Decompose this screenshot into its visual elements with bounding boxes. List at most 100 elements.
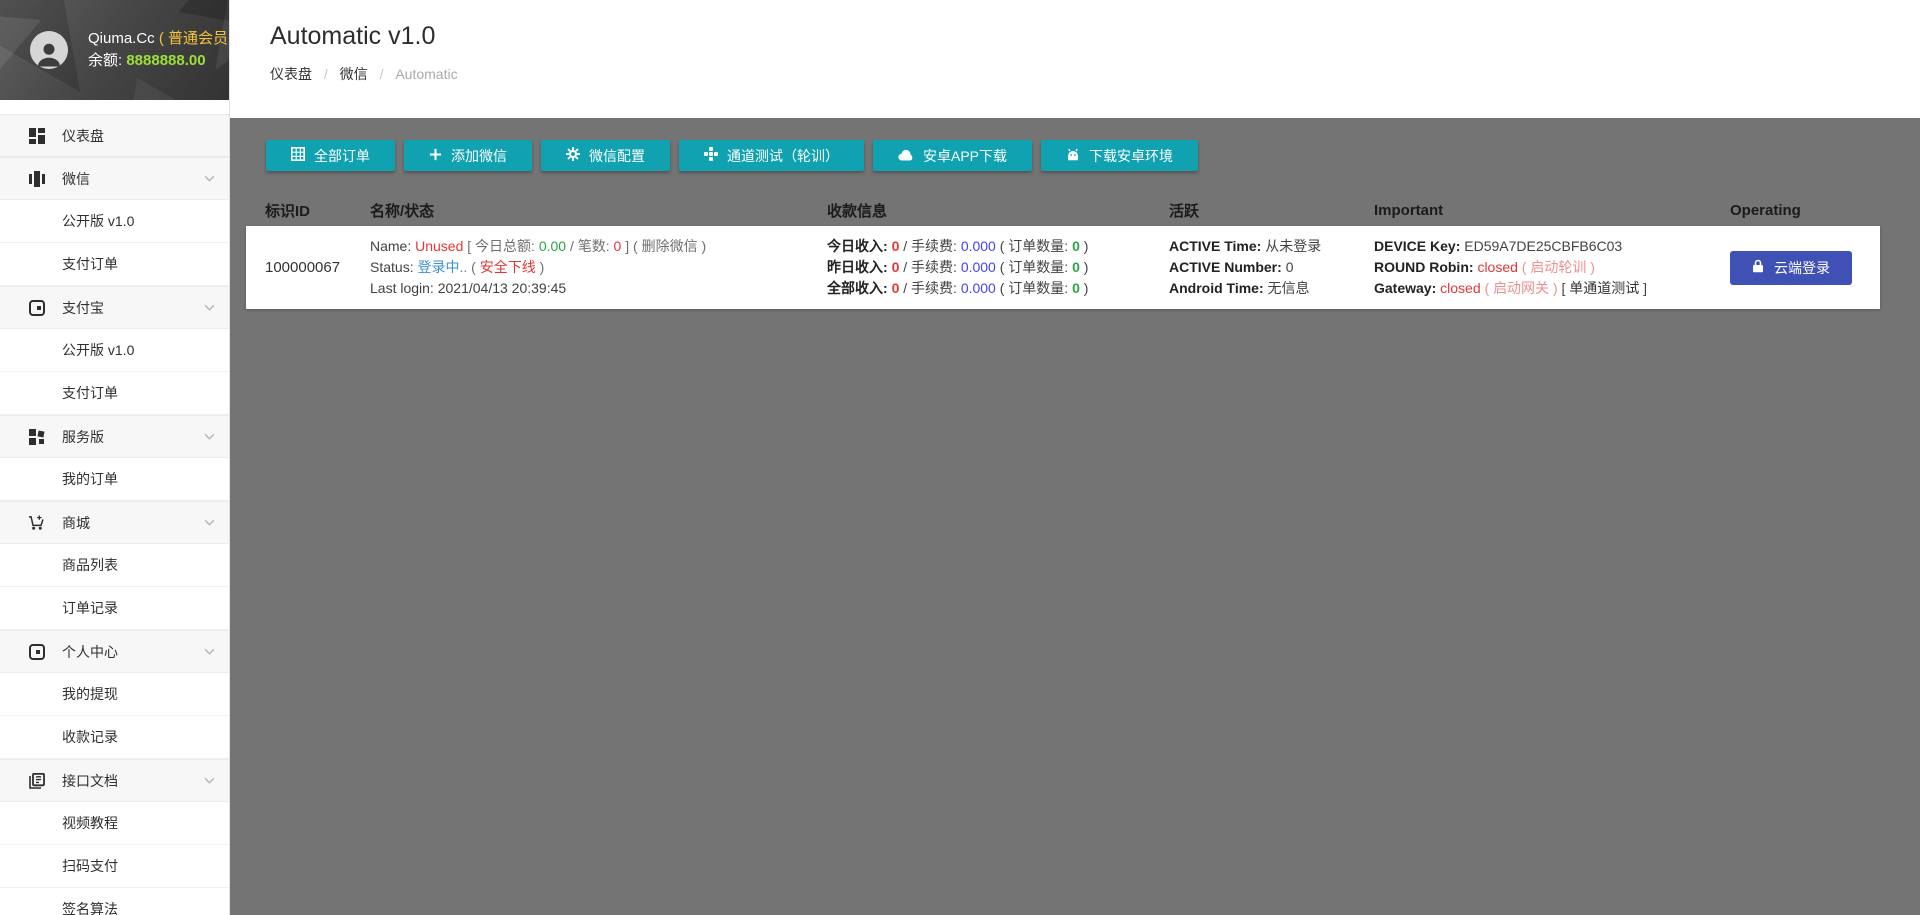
- chevron-down-icon: [204, 304, 215, 311]
- button-label: 云端登录: [1774, 259, 1830, 276]
- button-label: 微信配置: [589, 147, 645, 164]
- user-info: Qiuma.Cc ( 普通会员 ) 余额: 8888888.00: [88, 28, 237, 72]
- button-label: 安卓APP下载: [923, 147, 1008, 164]
- sidebar-item-wechat[interactable]: 微信: [0, 157, 229, 200]
- text-segment: ROUND Robin:: [1374, 259, 1478, 275]
- sidebar-item-wechat-public[interactable]: 公开版 v1.0: [0, 200, 229, 243]
- row-name-status: Name: Unused [ 今日总额: 0.00 / 笔数: 0 ] ( 删除…: [370, 236, 827, 299]
- start-round-robin-link[interactable]: 启动轮训: [1530, 259, 1586, 275]
- text-segment: 0: [1072, 280, 1080, 296]
- income-yesterday-line: 昨日收入: 0 / 手续费: 0.000 ( 订单数量: 0 ): [827, 257, 1169, 278]
- start-gateway-link[interactable]: 启动网关: [1493, 280, 1549, 296]
- sidebar-item-payment-records[interactable]: 收款记录: [0, 716, 229, 759]
- button-label: 添加微信: [451, 147, 507, 164]
- sidebar-item-service[interactable]: 服务版: [0, 415, 229, 458]
- chevron-down-icon: [204, 433, 215, 440]
- breadcrumb: 仪表盘 / 微信 / Automatic: [270, 64, 1920, 84]
- sidebar-item-my-withdrawals[interactable]: 我的提现: [0, 673, 229, 716]
- text-segment: 昨日收入:: [827, 259, 892, 275]
- safe-logout-link[interactable]: 安全下线: [480, 259, 536, 275]
- status-line: Status: 登录中.. ( 安全下线 ): [370, 257, 827, 278]
- balance-label: 余额:: [88, 52, 123, 69]
- sidebar-item-label: 收款记录: [62, 729, 118, 745]
- row-active: ACTIVE Time: 从未登录 ACTIVE Number: 0 Andro…: [1169, 236, 1374, 299]
- sidebar-item-dashboard[interactable]: 仪表盘: [0, 114, 229, 157]
- breadcrumb-separator: /: [323, 66, 328, 82]
- name-line: Name: Unused [ 今日总额: 0.00 / 笔数: 0 ] ( 删除…: [370, 236, 827, 257]
- active-time-line: ACTIVE Time: 从未登录: [1169, 236, 1374, 257]
- sidebar-item-profile[interactable]: 个人中心: [0, 630, 229, 673]
- sidebar-item-mall[interactable]: 商城: [0, 501, 229, 544]
- add-wechat-button[interactable]: 添加微信: [404, 140, 532, 171]
- main-area: Automatic v1.0 仪表盘 / 微信 / Automatic 全部订单…: [230, 0, 1920, 915]
- text-segment: ACTIVE Number:: [1169, 259, 1286, 275]
- channel-test-button[interactable]: 通道测试（轮训）: [679, 140, 864, 171]
- user-panel: Qiuma.Cc ( 普通会员 ) 余额: 8888888.00: [0, 0, 237, 100]
- android-env-download-button[interactable]: 下载安卓环境: [1041, 140, 1199, 171]
- sidebar-item-label: 订单记录: [62, 600, 118, 616]
- sidebar-item-product-list[interactable]: 商品列表: [0, 544, 229, 587]
- lock-icon: [1752, 259, 1764, 276]
- button-label: 下载安卓环境: [1089, 147, 1174, 164]
- text-segment: ): [1079, 238, 1089, 254]
- wechat-table: 标识ID 名称/状态 收款信息 活跃 Important Operating 1…: [246, 194, 1880, 309]
- sidebar-item-label: 商品列表: [62, 557, 118, 573]
- breadcrumb-current: Automatic: [395, 66, 458, 82]
- cloud-download-icon: [898, 148, 914, 164]
- login-status-link[interactable]: 登录中..: [417, 259, 467, 275]
- row-important: DEVICE Key: ED59A7DE25CBFB6C03 ROUND Rob…: [1374, 236, 1730, 299]
- chevron-down-icon: [204, 648, 215, 655]
- all-orders-button[interactable]: 全部订单: [266, 140, 395, 171]
- breadcrumb-wechat[interactable]: 微信: [340, 66, 368, 82]
- gateway-line: Gateway: closed ( 启动网关 ) [ 单通道测试 ]: [1374, 278, 1730, 299]
- text-segment: Last login: 2021/04/13 20:39:45: [370, 280, 567, 296]
- text-segment: 无信息: [1267, 280, 1310, 296]
- cloud-login-button[interactable]: 云端登录: [1730, 250, 1852, 285]
- table-row: 100000067 Name: Unused [ 今日总额: 0.00 / 笔数…: [246, 226, 1880, 309]
- column-header-id: 标识ID: [265, 202, 311, 220]
- button-label: 全部订单: [314, 147, 370, 164]
- alipay-icon: [28, 299, 45, 316]
- sidebar-item-alipay[interactable]: 支付宝: [0, 286, 229, 329]
- sidebar-item-my-orders[interactable]: 我的订单: [0, 458, 229, 501]
- round-robin-line: ROUND Robin: closed ( 启动轮训 ): [1374, 257, 1730, 278]
- text-segment: ): [697, 238, 707, 254]
- text-segment: 0.000: [960, 238, 996, 254]
- text-segment: closed: [1477, 259, 1518, 275]
- sidebar-item-label: 支付订单: [62, 385, 118, 401]
- delete-wechat-link[interactable]: 删除微信: [642, 238, 698, 254]
- page-header: Automatic v1.0 仪表盘 / 微信 / Automatic: [230, 0, 1920, 118]
- sidebar-item-label: 接口文档: [62, 772, 118, 789]
- sidebar-item-order-records[interactable]: 订单记录: [0, 587, 229, 630]
- single-channel-test-link[interactable]: 单通道测试: [1569, 280, 1639, 296]
- sidebar-item-video-tutorial[interactable]: 视频教程: [0, 802, 229, 845]
- sidebar-item-signature-algorithm[interactable]: 签名算法: [0, 888, 229, 915]
- text-segment: ( 订单数量:: [995, 259, 1073, 275]
- column-header-operating: Operating: [1730, 201, 1801, 219]
- android-app-download-button[interactable]: 安卓APP下载: [873, 140, 1033, 171]
- cart-icon: [28, 514, 45, 531]
- sidebar-item-alipay-public[interactable]: 公开版 v1.0: [0, 329, 229, 372]
- text-segment: (: [467, 259, 480, 275]
- text-segment: ] (: [621, 238, 642, 254]
- wechat-config-button[interactable]: 微信配置: [541, 140, 670, 171]
- text-segment: Name:: [370, 238, 416, 254]
- breadcrumb-dashboard[interactable]: 仪表盘: [270, 66, 312, 82]
- table-header-row: 标识ID 名称/状态 收款信息 活跃 Important Operating: [246, 194, 1880, 226]
- text-segment: ( 订单数量:: [995, 280, 1073, 296]
- sidebar-item-label: 商城: [62, 514, 90, 531]
- docs-icon: [28, 772, 45, 789]
- sidebar-item-api-docs[interactable]: 接口文档: [0, 759, 229, 802]
- sidebar-item-scan-pay[interactable]: 扫码支付: [0, 845, 229, 888]
- sidebar-item-alipay-orders[interactable]: 支付订单: [0, 372, 229, 415]
- sidebar-item-label: 仪表盘: [62, 127, 104, 144]
- text-segment: / 手续费:: [899, 280, 961, 296]
- active-number-line: ACTIVE Number: 0: [1169, 257, 1374, 278]
- plus-icon: [429, 148, 442, 164]
- sidebar-item-label: 我的提现: [62, 686, 118, 702]
- sidebar-item-wechat-orders[interactable]: 支付订单: [0, 243, 229, 286]
- page-title: Automatic v1.0: [270, 22, 436, 50]
- text-segment: ): [1586, 259, 1595, 275]
- breadcrumb-separator: /: [379, 66, 384, 82]
- grid-icon: [291, 147, 305, 164]
